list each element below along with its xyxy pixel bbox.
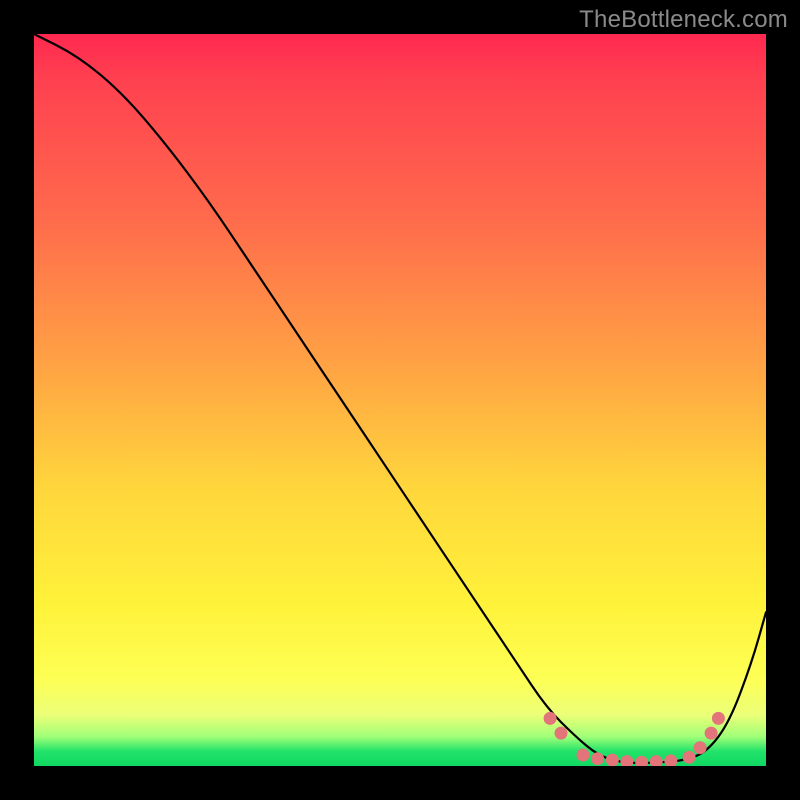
- curve-marker: [694, 741, 707, 754]
- curve-marker: [705, 727, 718, 740]
- plot-area: [34, 34, 766, 766]
- bottleneck-curve-path: [34, 34, 766, 763]
- curve-marker: [544, 712, 557, 725]
- watermark-text: TheBottleneck.com: [579, 6, 788, 34]
- curve-marker: [606, 754, 619, 766]
- curve-marker: [683, 751, 696, 764]
- curve-marker: [577, 749, 590, 762]
- curve-marker: [650, 755, 663, 766]
- curve-marker: [635, 756, 648, 766]
- curve-marker: [591, 752, 604, 765]
- chart-frame: TheBottleneck.com: [0, 0, 800, 800]
- curve-marker: [664, 754, 677, 766]
- curve-markers: [544, 712, 725, 766]
- curve-marker: [555, 727, 568, 740]
- plot-svg: [34, 34, 766, 766]
- curve-marker: [712, 712, 725, 725]
- curve-marker: [620, 755, 633, 766]
